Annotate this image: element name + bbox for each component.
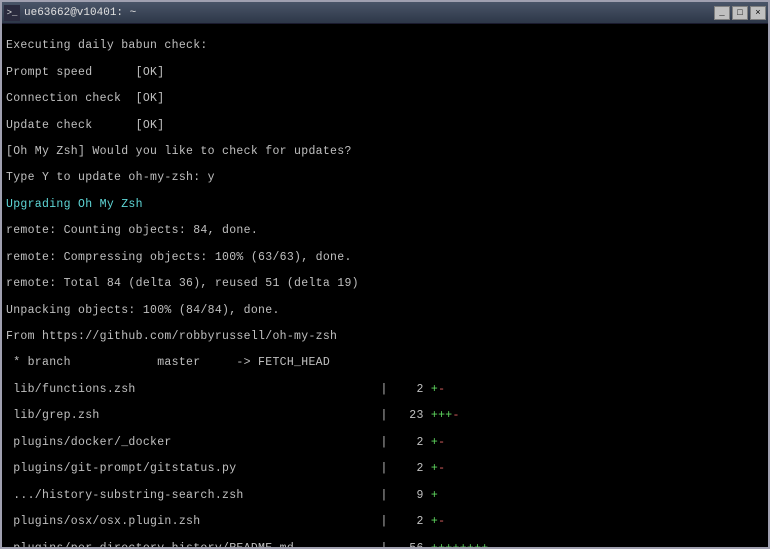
- output-line: Type Y to update oh-my-zsh: y: [6, 171, 764, 184]
- diff-line: lib/functions.zsh | 2 +-: [6, 383, 764, 396]
- diff-line: plugins/per-directory-history/README.md …: [6, 542, 764, 547]
- output-line: Upgrading Oh My Zsh: [6, 198, 764, 211]
- output-line: remote: Compressing objects: 100% (63/63…: [6, 251, 764, 264]
- output-line: Prompt speed [OK]: [6, 66, 764, 79]
- output-line: [Oh My Zsh] Would you like to check for …: [6, 145, 764, 158]
- window-controls: _ □ ×: [714, 6, 766, 20]
- diff-line: lib/grep.zsh | 23 +++-: [6, 409, 764, 422]
- output-line: * branch master -> FETCH_HEAD: [6, 356, 764, 369]
- terminal-window: >_ ue63662@v10401: ~ _ □ × Executing dai…: [0, 0, 770, 549]
- maximize-button[interactable]: □: [732, 6, 748, 20]
- close-button[interactable]: ×: [750, 6, 766, 20]
- diff-line: .../history-substring-search.zsh | 9 +: [6, 489, 764, 502]
- output-line: Unpacking objects: 100% (84/84), done.: [6, 304, 764, 317]
- window-title: ue63662@v10401: ~: [24, 7, 714, 19]
- output-line: remote: Total 84 (delta 36), reused 51 (…: [6, 277, 764, 290]
- minimize-button[interactable]: _: [714, 6, 730, 20]
- terminal-body[interactable]: Executing daily babun check: Prompt spee…: [2, 24, 768, 547]
- output-line: Update check [OK]: [6, 119, 764, 132]
- diff-line: plugins/git-prompt/gitstatus.py | 2 +-: [6, 462, 764, 475]
- titlebar[interactable]: >_ ue63662@v10401: ~ _ □ ×: [2, 2, 768, 24]
- output-line: remote: Counting objects: 84, done.: [6, 224, 764, 237]
- output-line: From https://github.com/robbyrussell/oh-…: [6, 330, 764, 343]
- output-line: Executing daily babun check:: [6, 39, 764, 52]
- diff-line: plugins/docker/_docker | 2 +-: [6, 436, 764, 449]
- app-icon: >_: [4, 5, 20, 21]
- diff-line: plugins/osx/osx.plugin.zsh | 2 +-: [6, 515, 764, 528]
- output-line: Connection check [OK]: [6, 92, 764, 105]
